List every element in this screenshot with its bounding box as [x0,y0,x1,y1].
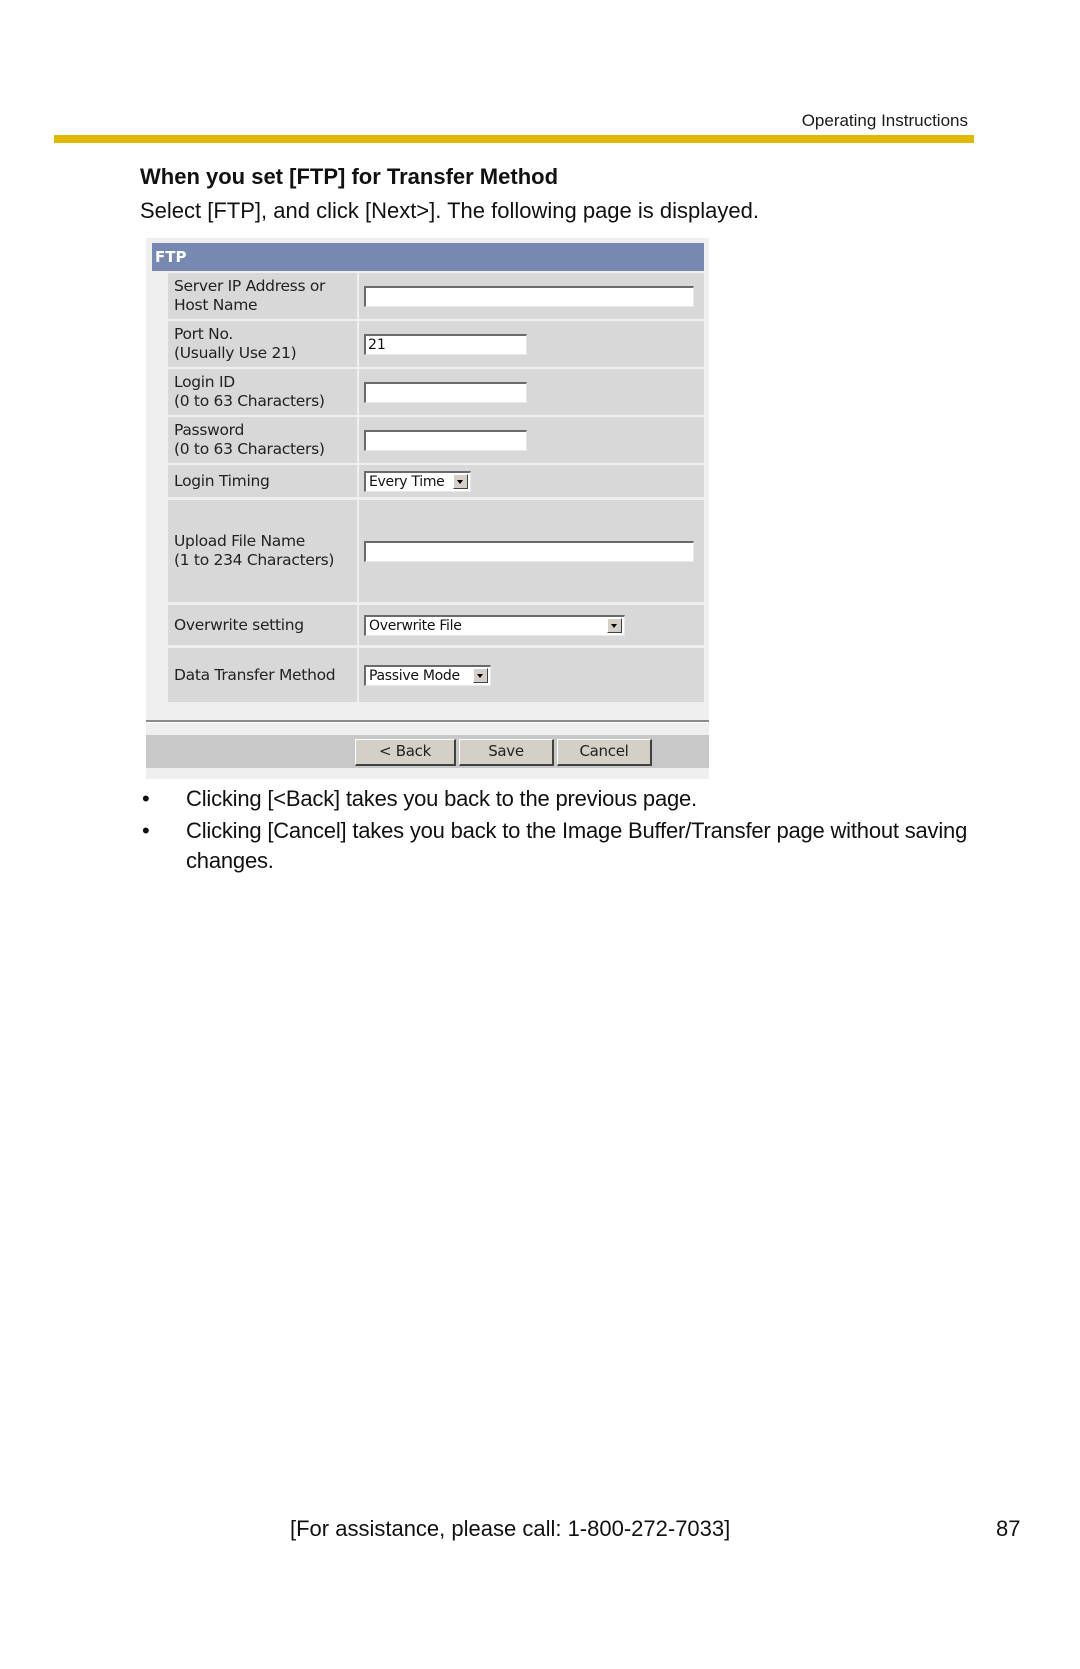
label-server-address: Server IP Address or Host Name [168,273,357,319]
label-upload-file-name: Upload File Name (1 to 234 Characters) [168,500,357,602]
value-cell: Every Time [359,465,704,497]
row-port: Port No. (Usually Use 21) 21 [168,321,704,367]
row-upload-file-name: Upload File Name (1 to 234 Characters) [168,500,704,602]
dropdown-arrow-icon[interactable] [453,474,468,489]
button-bar: < Back Save Cancel [146,735,709,768]
overwrite-setting-select[interactable]: Overwrite File [364,614,625,636]
section-title: When you set [FTP] for Transfer Method [140,164,559,189]
bullet-icon: • [142,786,150,811]
data-transfer-method-select[interactable]: Passive Mode [364,664,491,686]
bullet-text: Clicking [<Back] takes you back to the p… [186,786,697,811]
row-server-address: Server IP Address or Host Name [168,273,704,319]
save-button[interactable]: Save [459,739,554,766]
value-cell: Passive Mode [359,648,704,702]
ftp-settings-screenshot: FTP Server IP Address or Host Name Port … [146,238,709,779]
bullet-item: • Clicking [Cancel] takes you back to th… [140,816,970,876]
dropdown-arrow-icon[interactable] [473,668,488,683]
login-timing-value: Every Time [369,473,445,490]
bullet-icon: • [142,818,150,843]
upload-file-name-input[interactable] [364,540,694,562]
label-password: Password (0 to 63 Characters) [168,417,357,463]
label-login-timing: Login Timing [168,465,357,497]
section-intro: Select [FTP], and click [Next>]. The fol… [140,198,759,223]
value-cell: 21 [359,321,704,367]
row-data-transfer-method: Data Transfer Method Passive Mode [168,648,704,702]
page-number: 87 [996,1516,1021,1541]
label-port: Port No. (Usually Use 21) [168,321,357,367]
value-cell [359,417,704,463]
bullet-text: Clicking [Cancel] takes you back to the … [186,818,968,873]
bullet-item: • Clicking [<Back] takes you back to the… [140,784,970,814]
login-timing-select[interactable]: Every Time [364,470,471,492]
assistance-footer: [For assistance, please call: 1-800-272-… [290,1516,731,1541]
row-login-id: Login ID (0 to 63 Characters) [168,369,704,415]
back-button[interactable]: < Back [355,739,456,766]
value-cell [359,369,704,415]
value-cell: Overwrite File [359,605,704,645]
form-divider [146,720,709,723]
row-overwrite-setting: Overwrite setting Overwrite File [168,605,704,645]
dropdown-arrow-icon[interactable] [607,618,622,633]
row-password: Password (0 to 63 Characters) [168,417,704,463]
label-login-id: Login ID (0 to 63 Characters) [168,369,357,415]
header-rule [54,135,974,143]
data-transfer-method-value: Passive Mode [369,667,460,684]
login-id-input[interactable] [364,381,527,403]
password-input[interactable] [364,429,527,451]
label-data-transfer-method: Data Transfer Method [168,648,357,702]
bullet-list: • Clicking [<Back] takes you back to the… [140,784,970,878]
value-cell [359,500,704,602]
server-address-input[interactable] [364,285,694,307]
running-head: Operating Instructions [801,111,968,130]
port-input[interactable]: 21 [364,333,527,355]
row-login-timing: Login Timing Every Time [168,465,704,497]
label-overwrite-setting: Overwrite setting [168,605,357,645]
overwrite-setting-value: Overwrite File [369,617,462,634]
ftp-panel-header: FTP [152,243,704,271]
value-cell [359,273,704,319]
cancel-button[interactable]: Cancel [557,739,652,766]
